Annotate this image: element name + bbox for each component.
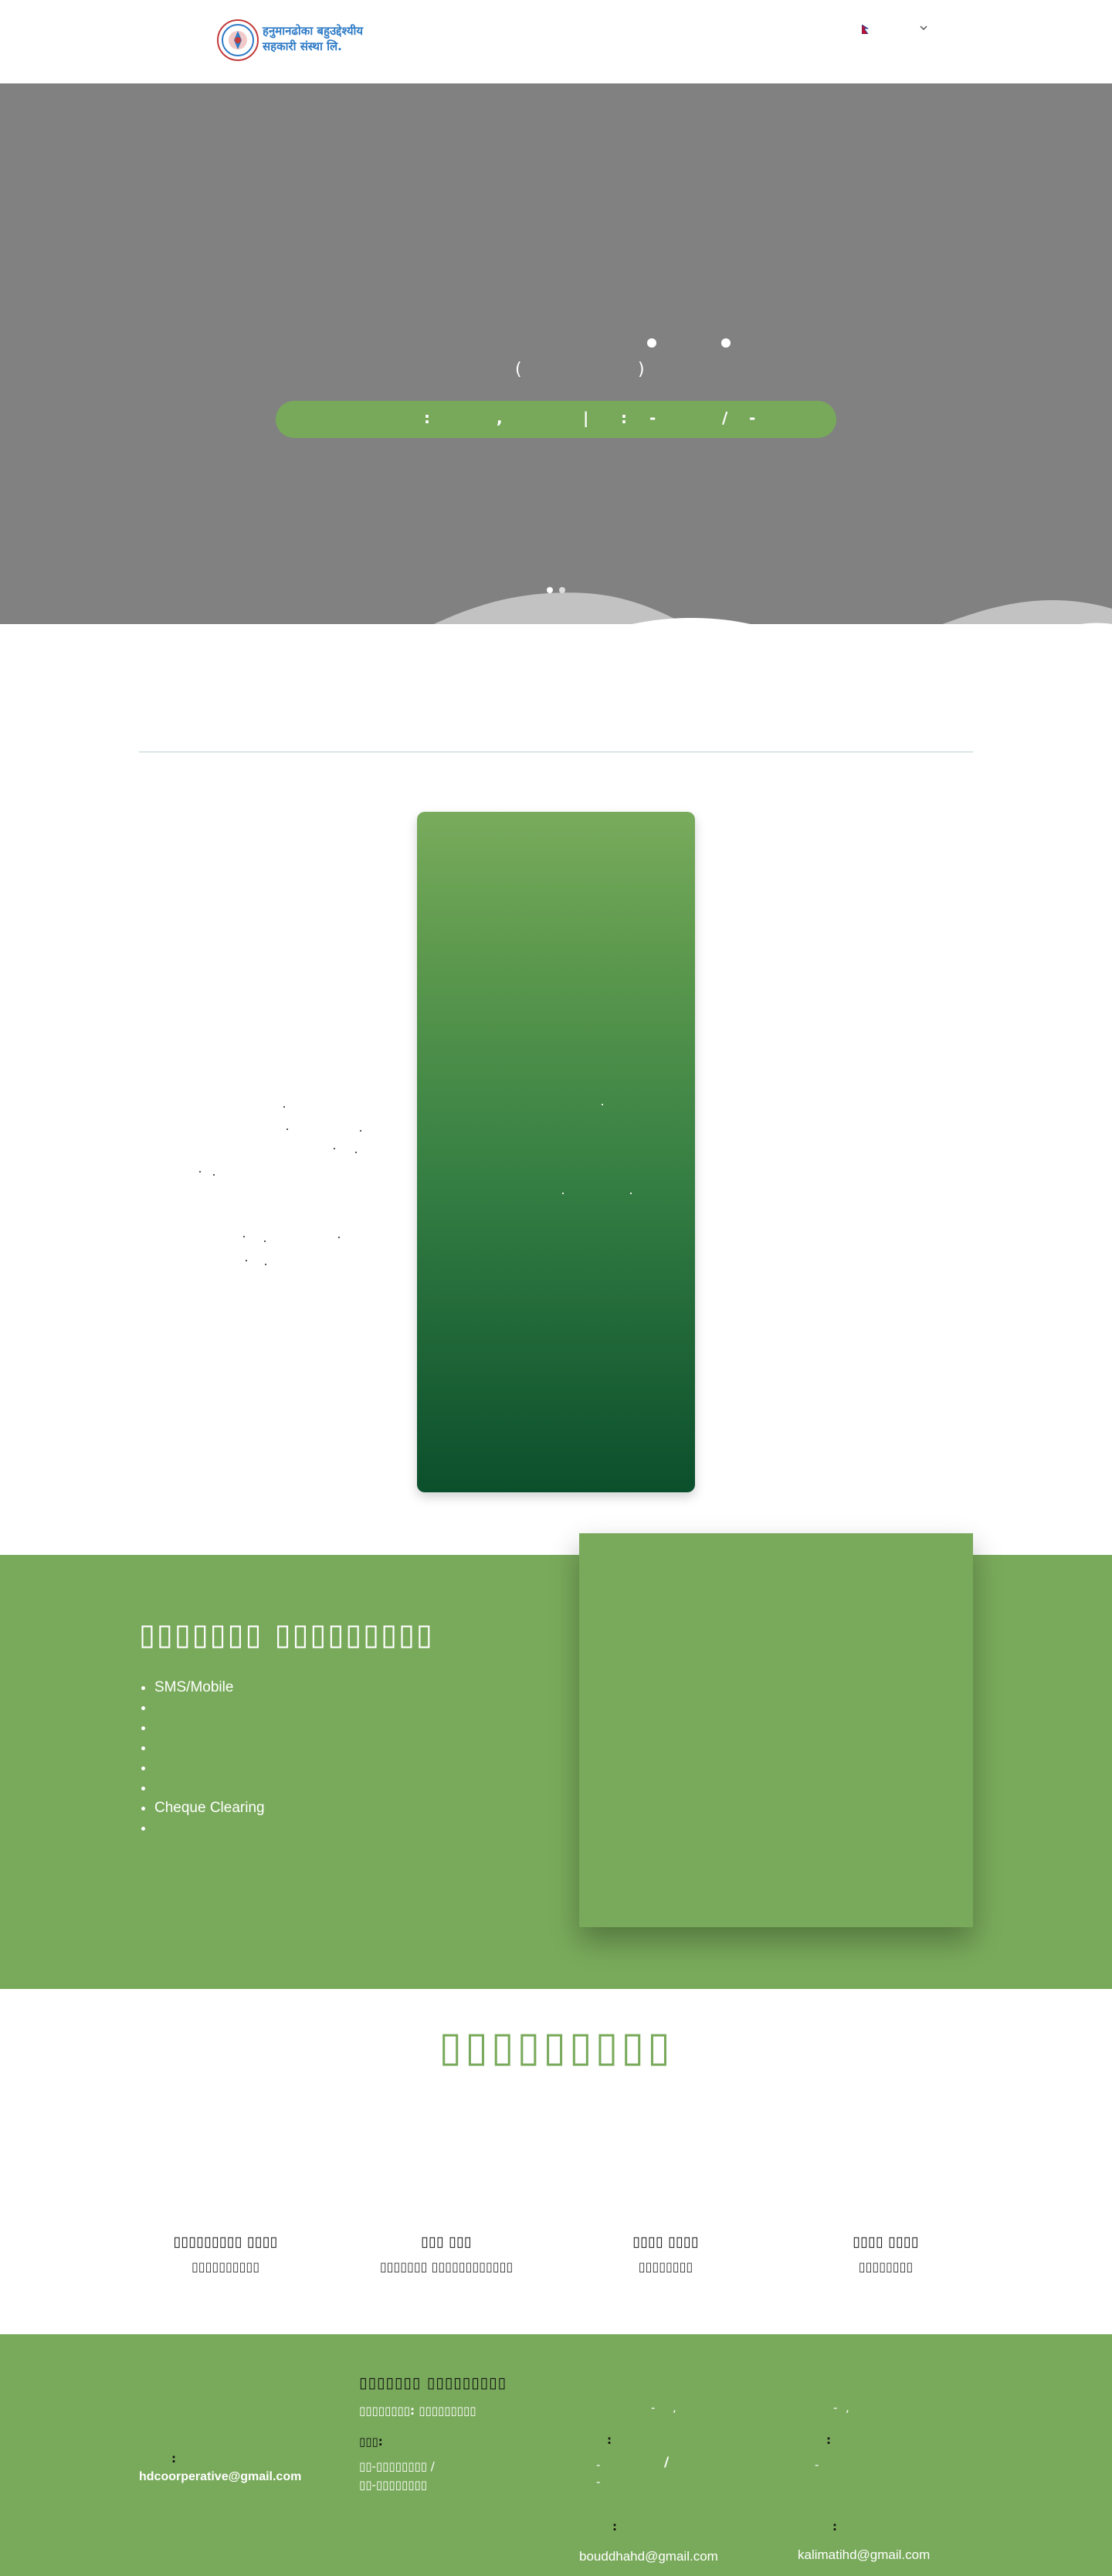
team-member-card: ▯▯▯▯▯▯▯▯▯ ▯▯▯▯ ▯▯▯▯▯▯▯▯▯▯ [125, 2234, 326, 2274]
brand-name-line2[interactable]: सहकारी संस्था लि. [263, 39, 342, 54]
site-footer: ▯▯▯▯▯▯▯ ▯▯▯▯▯▯▯▯▯ ▯▯▯▯▯▯▯▯: ▯▯▯▯▯▯▯▯▯ ▯▯… [0, 2334, 1112, 2576]
hero-bar-text: / [722, 409, 728, 427]
footer-text-fragment: , [846, 2401, 849, 2415]
service-item [154, 1698, 265, 1718]
text-fragment [246, 1260, 247, 1261]
services-image-box [579, 1533, 973, 1927]
hero-bar-text: : [424, 409, 430, 427]
language-selector[interactable] [859, 20, 930, 39]
text-fragment [602, 1104, 603, 1105]
text-fragment [264, 1240, 266, 1242]
footer-text-fragment: : [607, 2433, 612, 2447]
text-fragment [243, 1236, 245, 1237]
footer-phone-label: ▯▯▯: [359, 2435, 383, 2449]
text-fragment [265, 1264, 266, 1265]
footer-text-fragment: : [612, 2520, 617, 2534]
member-role: ▯▯▯▯▯▯▯▯ [858, 2259, 914, 2274]
text-fragment [355, 1152, 357, 1153]
hero-contact-bar: : , | : - / - [276, 401, 836, 438]
service-item [154, 1738, 265, 1758]
member-name: ▯▯▯▯▯▯▯▯▯ ▯▯▯▯ [173, 2234, 278, 2250]
text-fragment [630, 1193, 632, 1194]
text-fragment [334, 1148, 335, 1149]
member-name: ▯▯▯▯ ▯▯▯▯ [853, 2234, 919, 2250]
team-member-card: ▯▯▯ ▯▯▯ ▯▯▯▯▯▯▯ ▯▯▯▯▯▯▯▯▯▯▯▯ [346, 2234, 547, 2274]
footer-text-fragment: : [832, 2520, 837, 2534]
service-item [154, 1778, 265, 1798]
footer-phone[interactable]: ▯▯-▯▯▯▯▯▯▯▯ / [359, 2459, 435, 2473]
footer-text-fragment: - [596, 2475, 601, 2489]
service-item: SMS/Mobile [154, 1678, 265, 1698]
text-fragment [286, 1128, 288, 1130]
hero-wave-shape [433, 592, 1112, 624]
text-fragment [213, 1174, 215, 1176]
footer-phone[interactable]: ▯▯-▯▯▯▯▯▯▯▯ [359, 2478, 427, 2492]
site-header: हनुमानढोका बहुउद्देश्यीय सहकारी संस्था ल… [0, 0, 1112, 83]
footer-text-fragment: - [815, 2458, 819, 2472]
cooperative-logo-icon[interactable] [216, 19, 259, 62]
service-item [154, 1718, 265, 1738]
member-role: ▯▯▯▯▯▯▯▯ [638, 2259, 693, 2274]
slider-dot[interactable] [559, 587, 565, 593]
services-title: ▯▯▯▯▯▯▯ ▯▯▯▯▯▯▯▯▯ [139, 1617, 434, 1651]
footer-email-label: : [171, 2452, 176, 2466]
text-fragment [360, 1130, 361, 1132]
team-member-card: ▯▯▯▯ ▯▯▯▯ ▯▯▯▯▯▯▯▯ [565, 2234, 766, 2274]
footer-text-fragment: - [833, 2401, 838, 2415]
notice-card [417, 812, 695, 1492]
brand-name-line1[interactable]: हनुमानढोका बहुउद्देश्यीय [263, 23, 363, 39]
footer-email-link[interactable]: hdcoorperative@gmail.com [139, 2470, 301, 2484]
hero-subtitle-close: ) [638, 360, 645, 379]
hero-bar-text: - [649, 409, 656, 427]
branch-email-link[interactable]: kalimatihd@gmail.com [798, 2547, 930, 2563]
hero-bar-text: | [583, 409, 589, 427]
member-name: ▯▯▯▯ ▯▯▯▯ [632, 2234, 699, 2250]
footer-text-fragment: , [673, 2401, 676, 2415]
hero-subtitle-open: ( [515, 360, 522, 379]
footer-text-fragment: - [651, 2401, 656, 2415]
text-fragment [199, 1171, 201, 1173]
nepal-flag-icon [862, 25, 869, 34]
footer-address: ▯▯▯▯▯▯▯▯: ▯▯▯▯▯▯▯▯▯ [359, 2404, 476, 2418]
footer-text-fragment: - [596, 2458, 601, 2472]
branch-email-link[interactable]: bouddhahd@gmail.com [579, 2549, 718, 2564]
team-member-card: ▯▯▯▯ ▯▯▯▯ ▯▯▯▯▯▯▯▯ [785, 2234, 986, 2274]
service-item: Cheque Clearing [154, 1798, 265, 1818]
member-role: ▯▯▯▯▯▯▯ ▯▯▯▯▯▯▯▯▯▯▯▯ [379, 2259, 514, 2274]
hero-bar-text: , [497, 409, 503, 427]
text-fragment [562, 1193, 564, 1194]
slider-dot-active[interactable] [547, 587, 553, 593]
hero-title-mark [647, 338, 656, 348]
hero-bar-text: - [749, 409, 756, 427]
footer-text-fragment: : [826, 2433, 831, 2447]
team-title: ▯▯▯▯▯▯▯▯▯ [439, 2022, 673, 2071]
member-name: ▯▯▯ ▯▯▯ [421, 2234, 472, 2250]
hero-bar-text: : [621, 409, 627, 427]
footer-heading: ▯▯▯▯▯▯▯ ▯▯▯▯▯▯▯▯▯ [359, 2374, 507, 2391]
services-list: SMS/Mobile Cheque Clearing [139, 1678, 265, 1838]
text-fragment [283, 1106, 285, 1108]
member-role: ▯▯▯▯▯▯▯▯▯▯ [191, 2259, 260, 2274]
service-item [154, 1758, 265, 1778]
chevron-down-icon [920, 25, 927, 31]
text-fragment [338, 1237, 340, 1238]
footer-text-fragment: / [664, 2455, 670, 2470]
service-item [154, 1818, 265, 1838]
hero-slider: ( ) : , | : - / - [0, 83, 1112, 624]
hero-title-mark [721, 338, 731, 348]
